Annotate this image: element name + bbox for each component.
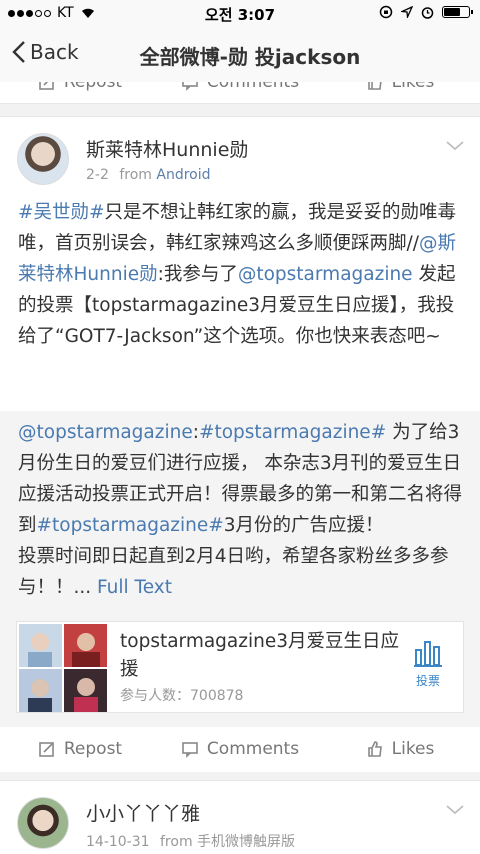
next-post-source[interactable]: 手机微博触屏版	[197, 834, 295, 850]
comment-icon	[182, 742, 198, 758]
post-meta: 2-2 from Android	[86, 167, 211, 183]
vote-card[interactable]: topstarmagazine3月爱豆生日应援 参与人数：700878 投票	[16, 621, 464, 713]
post-body: #吴世勋#只是不想让韩红家的赢，我是妥妥的勋唯毒唯，首页别误会，韩红家辣鸡这么多…	[18, 197, 466, 352]
battery-icon	[442, 6, 473, 18]
nav-bar-overlay: Back 全部微博-勋 投jackson	[0, 26, 480, 82]
status-right	[379, 5, 473, 19]
repost-button[interactable]: Repost	[0, 727, 160, 771]
vote-title: topstarmagazine3月爱豆生日应援	[120, 631, 399, 680]
next-post-card[interactable]: 小小丫丫丫雅 14-10-31 from 手机微博触屏版	[0, 780, 480, 854]
orientation-lock-icon	[379, 5, 393, 19]
text-segment: 3月份的广告应援！	[223, 515, 384, 536]
post-actions: Repost Comments Likes	[0, 727, 480, 771]
avatar[interactable]	[17, 133, 69, 185]
chevron-down-icon[interactable]	[446, 141, 464, 151]
status-bar: KT 오전 3:07	[0, 0, 480, 26]
avatar[interactable]	[17, 797, 69, 849]
text-segment: :我参与了	[157, 264, 238, 285]
thumbs-up-icon	[367, 741, 382, 757]
post-username[interactable]: 斯莱特林Hunnie勋	[86, 135, 248, 162]
likes-label: Likes	[391, 739, 435, 759]
text-link[interactable]: @topstarmagazine	[18, 422, 193, 443]
comments-button[interactable]: Comments	[160, 727, 320, 771]
text-link[interactable]: @topstarmagazine	[238, 264, 413, 285]
location-icon	[401, 6, 413, 18]
vote-thumbnail-image	[19, 669, 62, 712]
post-card[interactable]: 斯莱特林Hunnie勋 2-2 from Android #吴世勋#只是不想让韩…	[0, 116, 480, 772]
vote-count: 参与人数：700878	[120, 688, 244, 704]
repost-body: @topstarmagazine:#topstarmagazine# 为了给3月…	[18, 417, 466, 603]
text-segment: 投票时间即日起直到2月4日哟，希望各家粉丝多多参与！！...	[18, 546, 449, 598]
from-label: from	[160, 834, 193, 850]
vote-thumbnail-image	[64, 624, 107, 667]
text-link[interactable]: Full Text	[97, 577, 172, 598]
next-post-date: 14-10-31	[86, 834, 150, 850]
repost-icon	[39, 742, 54, 757]
vote-button[interactable]: 投票	[413, 638, 443, 689]
text-link[interactable]: #吴世勋#	[18, 202, 105, 223]
likes-button[interactable]: Likes	[320, 727, 480, 771]
post-source[interactable]: Android	[156, 167, 210, 183]
vote-thumbnail-image	[64, 669, 107, 712]
vote-thumbnail-image	[19, 624, 62, 667]
comments-label: Comments	[206, 739, 300, 759]
next-post-username[interactable]: 小小丫丫丫雅	[86, 799, 200, 826]
bar-chart-icon	[414, 641, 442, 667]
vote-button-label: 投票	[415, 674, 440, 688]
from-label: from	[119, 167, 152, 183]
next-post-meta: 14-10-31 from 手机微博触屏版	[86, 831, 295, 851]
page-title: 全部微博-勋 投jackson	[139, 45, 361, 69]
repost-label: Repost	[63, 739, 123, 759]
repost-box[interactable]: @topstarmagazine:#topstarmagazine# 为了给3月…	[0, 411, 480, 727]
alarm-icon	[421, 6, 434, 19]
post-date: 2-2	[86, 167, 109, 183]
vote-thumbnails	[19, 624, 107, 712]
text-link[interactable]: #topstarmagazine#	[37, 515, 224, 536]
text-link[interactable]: #topstarmagazine#	[199, 422, 386, 443]
chevron-down-icon[interactable]	[446, 805, 464, 815]
